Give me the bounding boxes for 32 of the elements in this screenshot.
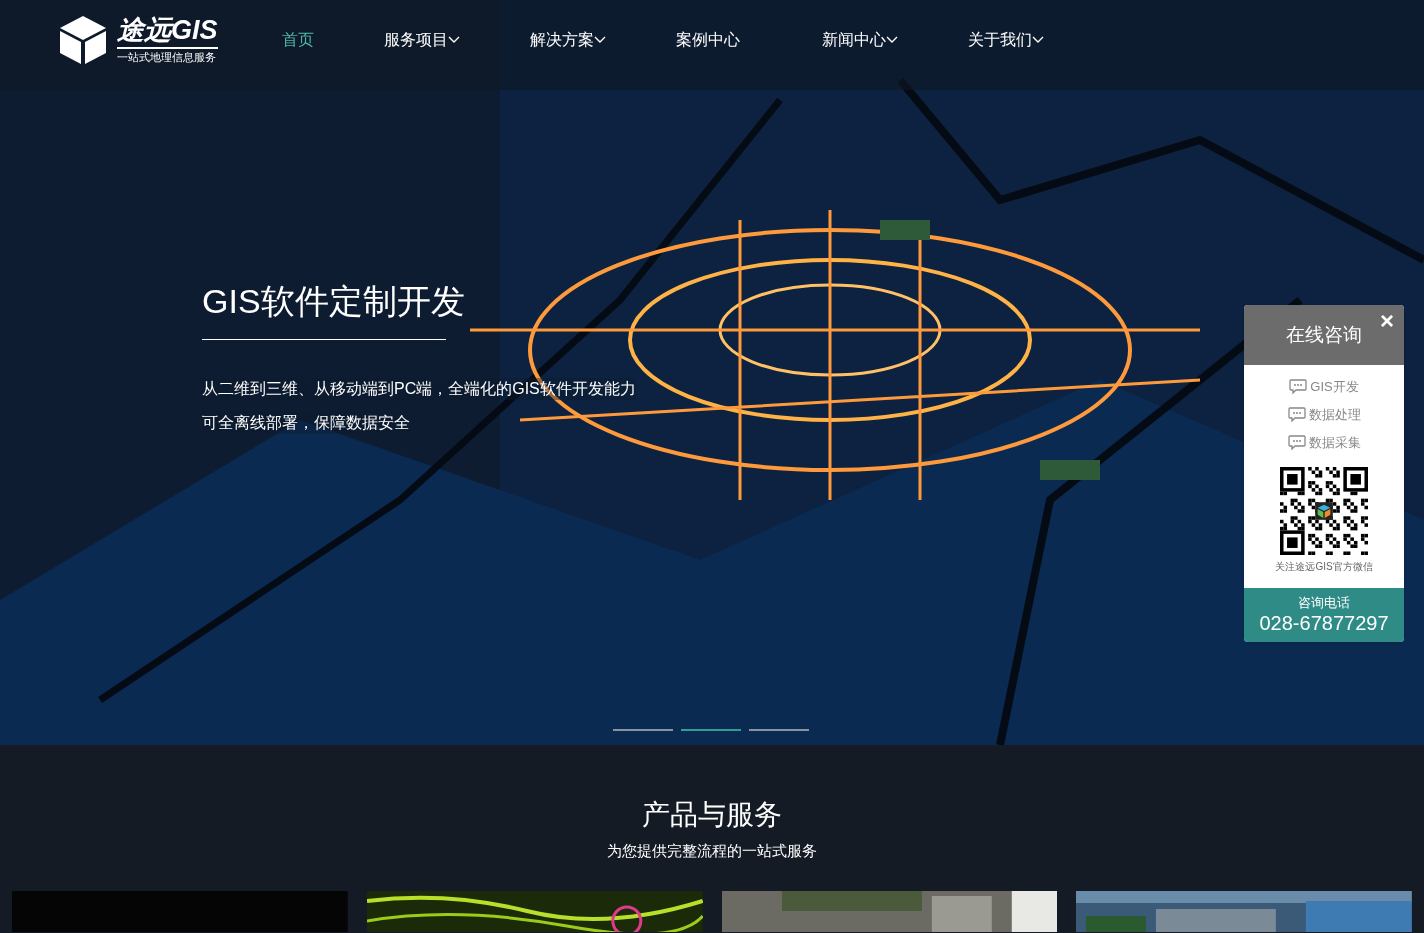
- slide-indicator[interactable]: [613, 729, 673, 731]
- nav-link[interactable]: 服务项目: [384, 28, 490, 52]
- chat-icon: [1287, 435, 1306, 451]
- nav-link[interactable]: 新闻中心: [822, 28, 928, 52]
- section-subtitle: 为您提供完整流程的一站式服务: [607, 841, 817, 861]
- chat-icon: [1287, 407, 1306, 423]
- phone-number: 028-67877297: [1259, 611, 1389, 635]
- consult-topic-link[interactable]: GIS开发: [1289, 377, 1359, 397]
- nav-link[interactable]: 解决方案: [530, 28, 636, 52]
- consult-topic-link[interactable]: 数据处理: [1287, 405, 1361, 425]
- nav-link[interactable]: 首页: [282, 28, 344, 52]
- phone-label: 咨询电话: [1298, 595, 1350, 611]
- chevron-down-icon: [886, 36, 898, 44]
- consult-topic-link[interactable]: 数据采集: [1287, 433, 1361, 453]
- chevron-down-icon: [448, 36, 460, 44]
- nav-link[interactable]: 关于我们: [968, 28, 1074, 52]
- close-button[interactable]: ×: [1380, 307, 1394, 335]
- chevron-down-icon: [594, 36, 606, 44]
- logo-tagline: 一站式地理信息服务: [117, 50, 217, 65]
- cube-logo-icon: [57, 14, 109, 66]
- qr-caption: 关注途远GIS官方微信: [1275, 560, 1373, 574]
- slide-indicator[interactable]: [681, 729, 741, 731]
- logo-name: 途远GIS: [117, 15, 218, 49]
- consult-title: 在线咨询: [1286, 322, 1362, 347]
- nav-link[interactable]: 案例中心: [676, 28, 782, 52]
- hero-text: 可全离线部署，保障数据安全: [202, 412, 410, 434]
- slide-indicator[interactable]: [749, 729, 809, 731]
- chevron-down-icon: [1032, 36, 1044, 44]
- section-title: 产品与服务: [642, 798, 782, 832]
- hero-title: GIS软件定制开发: [202, 281, 465, 322]
- chat-icon: [1289, 379, 1308, 395]
- qr-code-icon: [1280, 467, 1368, 555]
